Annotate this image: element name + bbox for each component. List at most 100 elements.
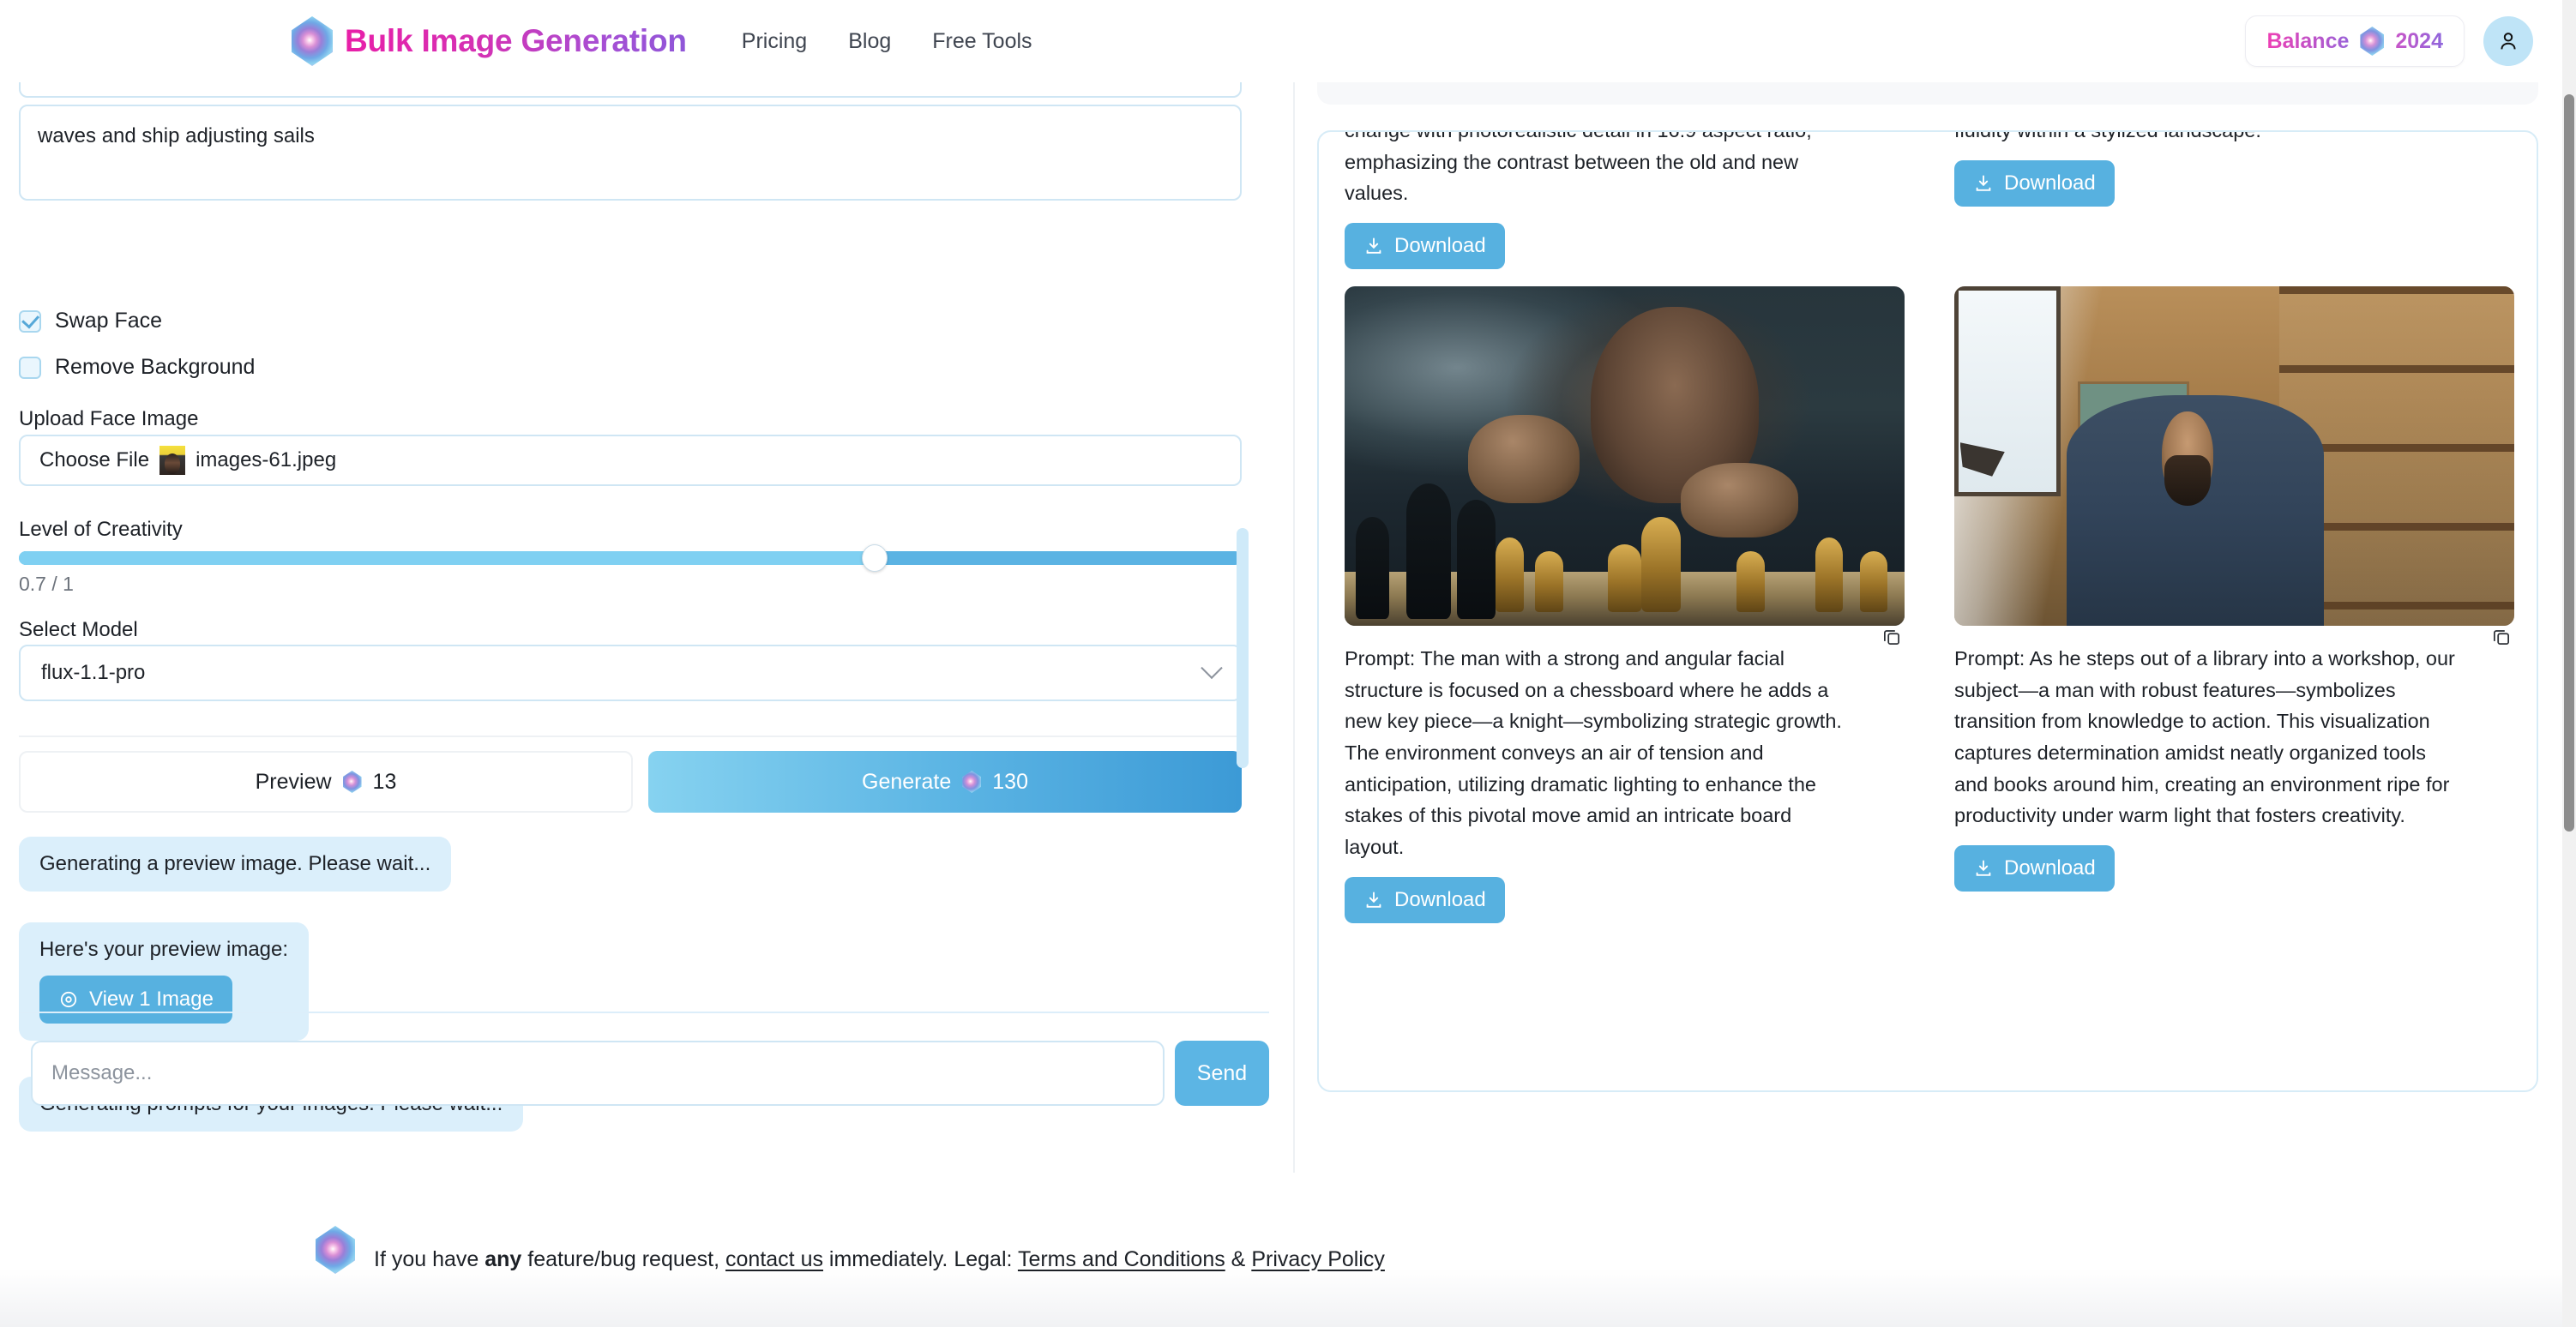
result-item: Prompt: The man with a strong and angula… [1333,269,1917,923]
message-input[interactable]: Message... [31,1041,1165,1106]
generated-image[interactable] [1345,285,1905,626]
composer-divider [19,1012,1269,1013]
upload-face-image-field[interactable]: Choose File images-61.jpeg [19,435,1242,486]
chat-message-text: Here's your preview image: [39,938,289,961]
creativity-slider[interactable] [19,544,1242,572]
balance-pill[interactable]: Balance 2024 [2245,15,2465,67]
preview-button[interactable]: Preview 13 [19,751,633,813]
remove-background-checkbox-row[interactable]: Remove Background [19,355,255,380]
download-icon [1366,892,1381,908]
left-panel-scroll-area: waves and ship adjusting sails Swap Face… [0,82,1261,1132]
page-scrollbar-thumb[interactable] [2564,94,2574,832]
generate-cost: 130 [992,769,1028,794]
footer-text-mid: feature/bug request, [521,1246,726,1271]
copy-icon [1884,630,1899,645]
left-panel-scrollbar[interactable] [1237,528,1249,768]
slider-thumb[interactable] [862,544,888,572]
results-grid: figure representing modern values. The a… [1319,132,2537,923]
header-right: Balance 2024 [2245,15,2533,67]
download-button[interactable]: Download [1954,159,2115,207]
prompt-textarea[interactable]: waves and ship adjusting sails [19,105,1242,201]
nav-item-pricing[interactable]: Pricing [742,29,807,54]
page-footer: If you have any feature/bug request, con… [0,1173,2562,1327]
view-image-button[interactable]: View 1 Image [39,976,232,1024]
remove-background-label: Remove Background [55,355,256,379]
page-scrollbar[interactable] [2562,0,2576,1327]
divider [19,736,1242,737]
footer-inner: If you have any feature/bug request, con… [316,1226,1385,1274]
swap-face-checkbox[interactable] [19,309,41,333]
choose-file-button[interactable]: Choose File [39,448,149,472]
copy-icon [2494,630,2509,645]
generated-image[interactable] [1954,285,2514,626]
generate-button-label: Generate [862,769,952,794]
terms-and-conditions-link[interactable]: Terms and Conditions [1018,1247,1225,1271]
download-icon [1366,237,1381,254]
download-button-label: Download [2004,171,2096,195]
gem-coin-icon [962,771,982,793]
nav-item-blog[interactable]: Blog [848,29,891,54]
result-item: Prompt: As he steps out of a library int… [1942,269,2526,923]
uploaded-file-name: images-61.jpeg [196,448,337,471]
gem-coin-icon [2360,27,2385,56]
user-avatar-icon[interactable] [2483,16,2533,66]
model-select[interactable]: flux-1.1-pro [19,645,1242,701]
slider-fill [19,551,876,565]
send-button[interactable]: Send [1175,1041,1269,1106]
download-button[interactable]: Download [1345,876,1505,923]
clipped-field-above [19,82,1242,98]
message-composer: Message... Send [31,1041,1269,1106]
swap-face-checkbox-row[interactable]: Swap Face [19,309,162,333]
balance-label: Balance [2266,28,2350,53]
app-header: Bulk Image Generation Pricing Blog Free … [0,0,2562,82]
model-select-value: flux-1.1-pro [41,661,146,684]
download-button[interactable]: Download [1954,844,2115,892]
view-image-button-label: View 1 Image [89,988,214,1011]
gem-logo-icon [316,1226,355,1274]
nav-item-free-tools[interactable]: Free Tools [932,29,1032,54]
privacy-policy-link[interactable]: Privacy Policy [1251,1247,1385,1271]
preview-cost: 13 [372,769,397,794]
action-buttons: Preview 13 Generate 130 [19,751,1242,813]
level-of-creativity-label: Level of Creativity [19,518,183,541]
gem-coin-icon [342,771,362,793]
result-prompt: Prompt: The man with a strong and angula… [1345,646,1842,858]
download-icon [1976,860,1991,876]
upload-face-image-label: Upload Face Image [19,407,199,430]
app-title: Bulk Image Generation [345,23,687,58]
result-item: a ship adjusts its sails to follow the n… [1942,132,2526,269]
eye-icon [60,991,77,1008]
swap-face-label: Swap Face [55,309,163,333]
image-art-workshop [1954,285,2514,626]
gem-logo-icon [292,16,333,66]
footer-ampersand: & [1225,1246,1252,1271]
footer-text-before: If you have [374,1246,485,1271]
remove-background-checkbox[interactable] [19,356,41,379]
download-button[interactable]: Download [1345,222,1505,269]
creativity-value: 0.7 / 1 [19,573,74,595]
right-panel: figure representing modern values. The a… [1297,82,2559,1173]
download-button-label: Download [2004,856,2096,880]
clipped-card-above [1317,82,2538,105]
result-prompt: Prompt: As he steps out of a library int… [1954,646,2455,827]
image-art-chess [1345,285,1905,626]
left-panel: waves and ship adjusting sails Swap Face… [0,82,1295,1173]
result-prompt: a ship adjusts its sails to follow the n… [1954,132,2514,147]
chat-message: Here's your preview image: View 1 Image [19,922,310,1041]
result-item: figure representing modern values. The a… [1333,132,1917,269]
download-button-label: Download [1394,887,1486,911]
download-icon [1976,175,1991,191]
select-model-label: Select Model [19,618,138,641]
generate-button[interactable]: Generate 130 [648,751,1242,813]
results-card: figure representing modern values. The a… [1317,130,2538,1092]
preview-button-label: Preview [255,769,332,794]
footer-text: If you have any feature/bug request, con… [374,1247,1385,1272]
chat-message: Generating a preview image. Please wait.… [19,837,452,892]
download-button-label: Download [1394,233,1486,257]
chevron-down-icon [1201,657,1223,680]
result-prompt: figure representing modern values. The a… [1345,132,1812,205]
contact-us-link[interactable]: contact us [725,1247,823,1271]
brand[interactable]: Bulk Image Generation [292,16,687,66]
balance-amount: 2024 [2395,28,2443,53]
file-thumbnail-icon [159,446,186,475]
